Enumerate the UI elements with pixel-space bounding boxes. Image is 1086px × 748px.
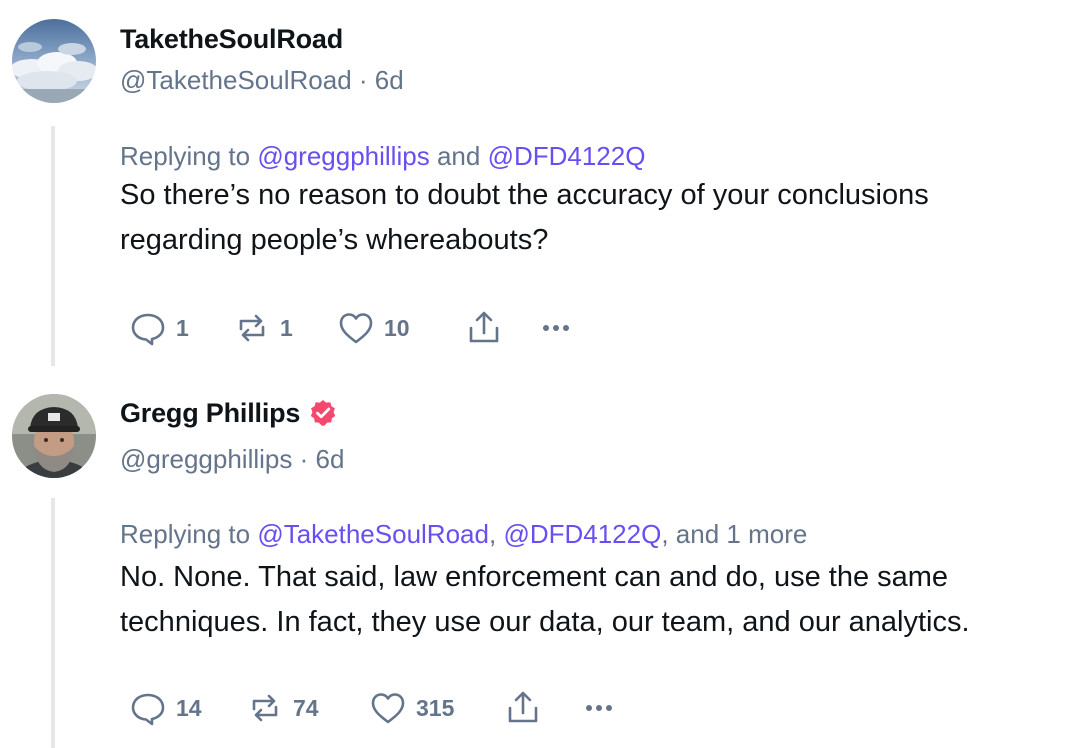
like-count: 10	[384, 315, 410, 341]
replying-to-label: Replying to	[120, 519, 251, 549]
timestamp[interactable]: 6d	[375, 65, 404, 95]
more-button[interactable]	[536, 308, 576, 348]
post[interactable]: Gregg Phillips @greggphillips · 6d Reply…	[0, 374, 1086, 748]
repost-button[interactable]: 74	[245, 688, 368, 728]
reply-icon	[131, 693, 165, 726]
author-name-row: Gregg Phillips	[120, 396, 338, 430]
more-button[interactable]	[579, 688, 619, 728]
separator-dot: ·	[358, 65, 368, 95]
avatar[interactable]	[12, 394, 96, 478]
reply-count: 1	[176, 315, 189, 341]
verified-badge-icon[interactable]	[308, 398, 338, 428]
action-bar: 14 74 315	[128, 688, 619, 728]
share-button[interactable]	[464, 308, 536, 348]
mention-link[interactable]: @greggphillips	[257, 141, 429, 171]
like-count: 315	[416, 695, 455, 721]
avatar-portrait-image	[12, 394, 96, 478]
like-icon	[371, 693, 405, 724]
mention-link[interactable]: @DFD4122Q	[488, 141, 646, 171]
reply-button[interactable]: 1	[128, 308, 232, 348]
post-text-line: No. None. That said, law enforcement can…	[120, 561, 949, 593]
post[interactable]: TaketheSoulRoad @TaketheSoulRoad · 6d Re…	[0, 0, 1086, 374]
replying-to-separator: ,	[488, 519, 497, 549]
avatar[interactable]	[12, 19, 96, 103]
reply-button[interactable]: 14	[128, 688, 245, 728]
repost-button[interactable]: 1	[232, 308, 336, 348]
post-text: So there’s no reason to doubt the accura…	[120, 173, 1070, 263]
display-name[interactable]: Gregg Phillips	[120, 396, 300, 430]
repost-count: 74	[293, 695, 319, 721]
display-name[interactable]: TaketheSoulRoad	[120, 22, 343, 56]
handle-row: @greggphillips · 6d	[120, 442, 344, 476]
more-icon	[586, 705, 612, 711]
repost-icon	[252, 694, 278, 722]
action-bar: 1 1 10	[128, 308, 576, 348]
like-button[interactable]: 315	[368, 688, 503, 728]
timestamp[interactable]: 6d	[316, 444, 345, 474]
separator-dot: ·	[299, 444, 309, 474]
reply-count: 14	[176, 695, 202, 721]
reply-icon	[131, 313, 165, 346]
replying-to: Replying to @TaketheSoulRoad, @DFD4122Q,…	[120, 517, 807, 551]
handle-row: @TaketheSoulRoad · 6d	[120, 63, 404, 97]
post-text-line: regarding people’s whereabouts?	[120, 224, 549, 256]
share-button[interactable]	[503, 688, 579, 728]
handle[interactable]: @TaketheSoulRoad	[120, 65, 352, 95]
like-icon	[339, 313, 373, 344]
share-icon	[508, 691, 538, 723]
replying-to-label: Replying to	[120, 141, 251, 171]
mention-link[interactable]: @DFD4122Q	[503, 519, 661, 549]
replying-to-separator: and	[436, 141, 481, 171]
thread: TaketheSoulRoad @TaketheSoulRoad · 6d Re…	[0, 0, 1086, 748]
author-name-row: TaketheSoulRoad	[120, 22, 343, 56]
repost-icon	[239, 314, 265, 342]
mention-link[interactable]: @TaketheSoulRoad	[257, 519, 489, 549]
thread-line	[51, 126, 55, 366]
repost-count: 1	[280, 315, 293, 341]
like-button[interactable]: 10	[336, 308, 464, 348]
more-icon	[543, 325, 569, 331]
thread-line	[51, 498, 55, 748]
replying-to-more[interactable]: , and 1 more	[661, 519, 807, 549]
handle[interactable]: @greggphillips	[120, 444, 292, 474]
replying-to: Replying to @greggphillips and @DFD4122Q	[120, 139, 645, 173]
post-text-line: techniques. In fact, they use our data, …	[120, 606, 970, 638]
share-icon	[469, 311, 499, 343]
post-text-line: So there’s no reason to doubt the accura…	[120, 179, 929, 211]
post-text: No. None. That said, law enforcement can…	[120, 555, 1070, 645]
avatar-sky-image	[12, 19, 96, 103]
